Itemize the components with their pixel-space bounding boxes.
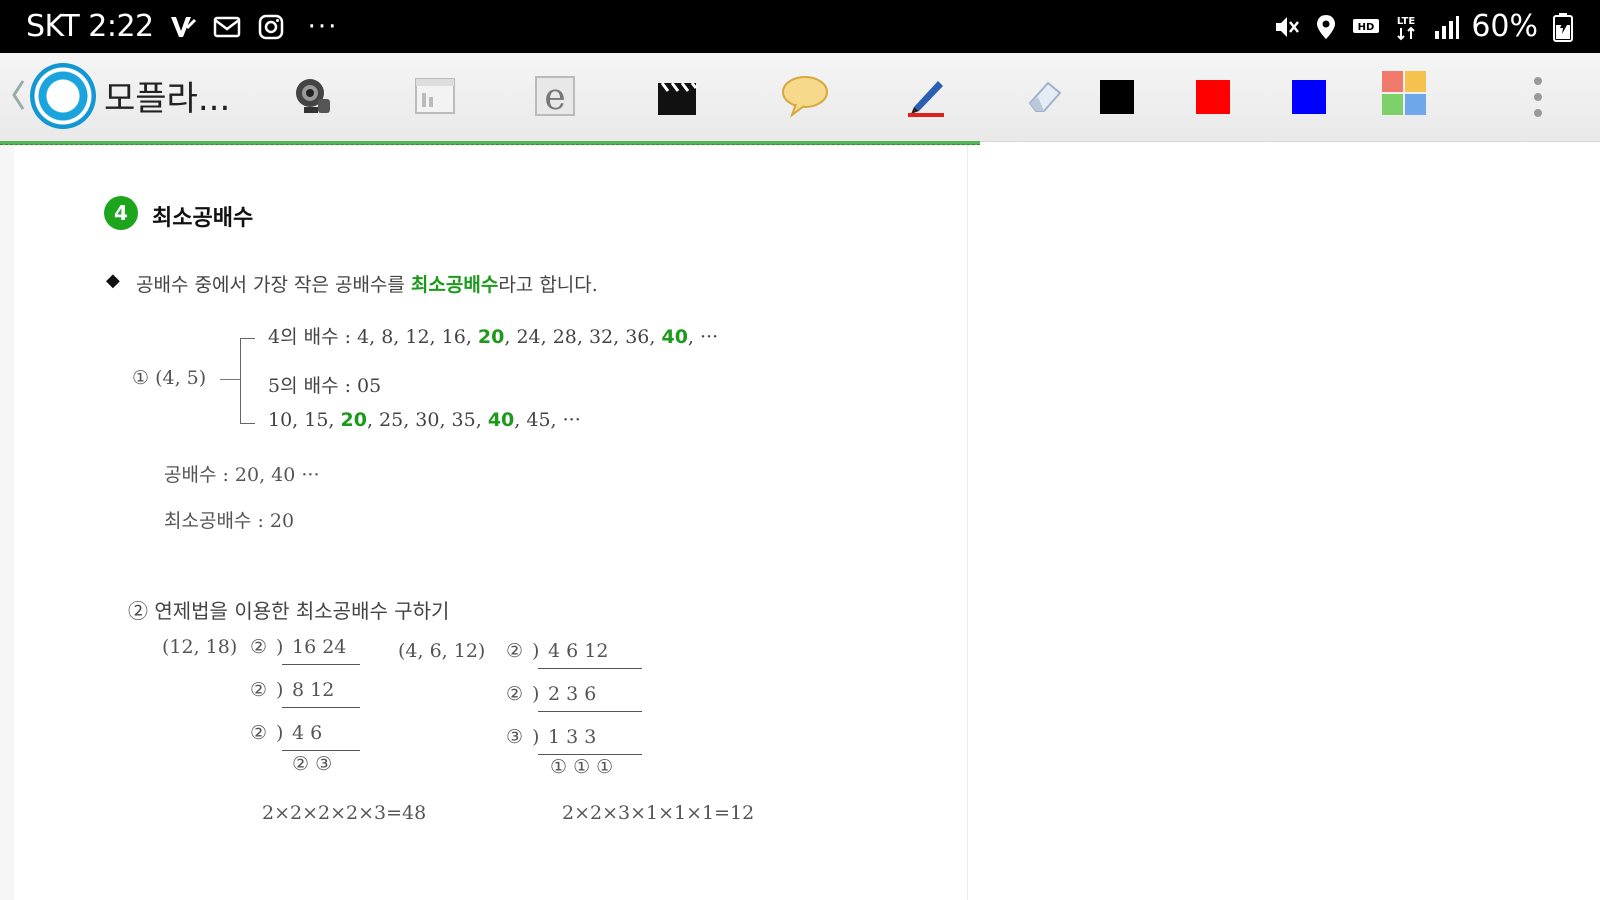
multiples-4-hl-40: 40 [661, 326, 688, 348]
multiples-4-hl-20: 20 [477, 326, 505, 348]
example1-bracket [240, 338, 255, 424]
ladder-left-paren-2: ) [276, 679, 284, 701]
definition-highlight: 최소공배수 [410, 274, 499, 296]
multiples-of-4: 4의 배수 : 4, 8, 12, 16, 20, 24, 28, 32, 36… [268, 322, 718, 349]
ladder-right-paren-2: ) [532, 683, 540, 705]
ladder-right-div-2: ② [506, 683, 524, 705]
example1-label: ① (4, 5) [132, 367, 207, 389]
ladder-right-result: 2×2×3×1×1×1=12 [562, 802, 755, 824]
ladder-right-values-2: 2 3 6 [548, 683, 597, 705]
multiples-5-hl-20: 20 [340, 409, 367, 431]
lcm-result: 최소공배수 : 20 [164, 510, 295, 532]
document-content: 4 최소공배수 ◆ 공배수 중에서 가장 작은 공배수를 최소공배수라고 합니다… [0, 0, 1600, 900]
definition-line: 공배수 중에서 가장 작은 공배수를 최소공배수라고 합니다. [136, 270, 598, 297]
ladder-left-paren-3: ) [276, 722, 284, 744]
multiples-4-prefix: 4의 배수 : 4, 8, 12, 16, [268, 326, 478, 348]
multiples-5-mid: , 25, 30, 35, [366, 409, 488, 431]
multiples-5-hl-40: 40 [487, 409, 515, 431]
ladder-left-paren-1: ) [276, 636, 284, 658]
ladder-left-remainders: ② ③ [292, 753, 333, 775]
definition-text-end: 라고 합니다. [498, 274, 598, 296]
bullet-icon: ◆ [106, 270, 120, 291]
ladder-right-line-2 [538, 711, 642, 712]
section-title: 최소공배수 [152, 206, 254, 231]
ladder-right-div-1: ② [506, 640, 524, 662]
ladder-right-div-3: ③ [506, 726, 524, 748]
multiples-of-5-list: 10, 15, 20, 25, 30, 35, 40, 45, ··· [268, 409, 581, 431]
ladder-left-line-2 [282, 707, 360, 708]
multiples-4-suffix: , ··· [687, 326, 719, 348]
ladder-right-label: (4, 6, 12) [398, 640, 486, 662]
multiples-5-prefix: 10, 15, [268, 409, 341, 431]
ladder-right-line-1 [538, 668, 642, 669]
common-multiples: 공배수 : 20, 40 ··· [164, 464, 320, 486]
definition-text: 공배수 중에서 가장 작은 공배수를 [136, 274, 411, 296]
multiples-4-mid: , 24, 28, 32, 36, [504, 326, 662, 348]
ladder-right-values-3: 1 3 3 [548, 726, 597, 748]
ladder-right-line-3 [538, 754, 642, 755]
ladder-right-values-1: 4 6 12 [548, 640, 609, 662]
ladder-left-div-3: ② [250, 722, 268, 744]
section-number-badge: 4 [104, 196, 138, 230]
ladder-left-values-3: 4 6 [292, 722, 323, 744]
ladder-right-paren-3: ) [532, 726, 540, 748]
ladder-left-label: (12, 18) [162, 636, 238, 658]
ladder-left-div-2: ② [250, 679, 268, 701]
ladder-right-paren-1: ) [532, 640, 540, 662]
multiples-5-suffix: , 45, ··· [514, 409, 581, 431]
ladder-left-div-1: ② [250, 636, 268, 658]
ladder-left-values-2: 8 12 [292, 679, 335, 701]
ladder-left-line-3 [282, 750, 360, 751]
example2-title: ② 연제법을 이용한 최소공배수 구하기 [128, 599, 450, 623]
ladder-left-result: 2×2×2×2×3=48 [262, 802, 427, 824]
ladder-left-values-1: 16 24 [292, 636, 347, 658]
ladder-left-line-1 [282, 664, 360, 665]
multiples-of-5: 5의 배수 : 05 [268, 375, 382, 397]
ladder-right-remainders: ① ① ① [550, 756, 614, 778]
example1-connector [220, 379, 240, 380]
